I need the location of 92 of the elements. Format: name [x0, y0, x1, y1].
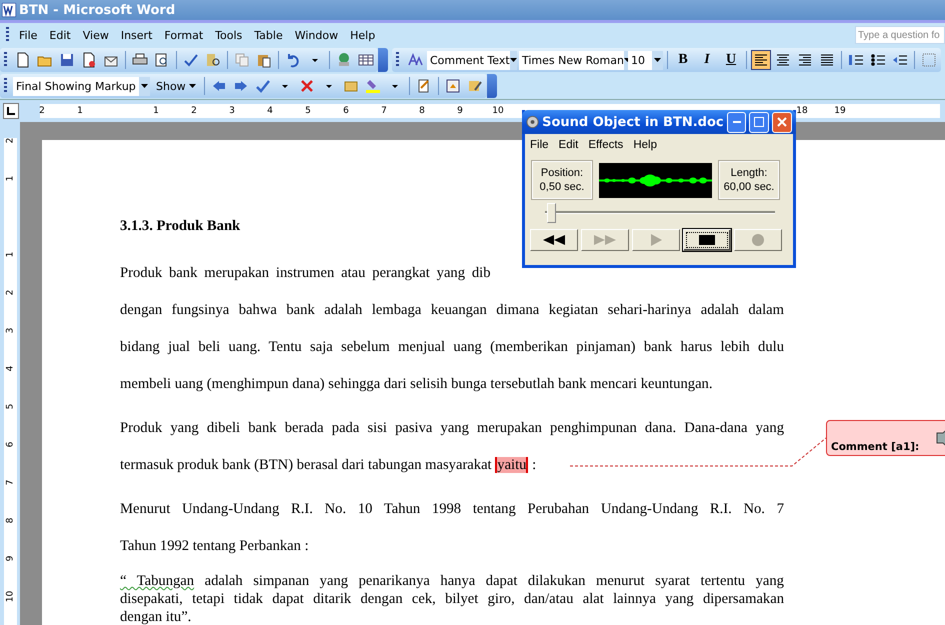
ruler-number: 5: [305, 105, 311, 118]
text-line: Menurut Undang-Undang R.I. No. 10 Tahun 1998 tentang Perubahan Undang-Undang R.I. No. 7: [120, 500, 784, 519]
align-right-icon: [798, 54, 812, 66]
ruler-number: 9: [6, 554, 16, 564]
maximize-button[interactable]: [749, 112, 770, 132]
section-heading: 3.1.3. Produk Bank: [120, 217, 240, 236]
text-line: dengan fungsinya bahwa bank adalah lembaga keuangan dimana kegiatan sehari-harinya adalah dalam: [120, 301, 784, 320]
align-button[interactable]: [751, 50, 771, 70]
tab-selector[interactable]: [3, 103, 19, 119]
question-field[interactable]: Type a question fo: [855, 26, 945, 44]
menu-item[interactable]: Tools: [209, 28, 248, 42]
ruler-number: 1: [6, 250, 16, 260]
ruler-number: 18: [796, 105, 808, 118]
comment-balloon[interactable]: Comment [a1]:: [826, 420, 945, 456]
maximize-icon: [754, 117, 764, 127]
caret-icon: [510, 58, 517, 62]
text-line: Produk yang dibeli bank berada pada sisi pasiva yang merupakan penghimpunan dana. Dana-dana yang: [120, 419, 784, 438]
play-icon: [650, 234, 662, 246]
menu-item[interactable]: Insert: [114, 28, 158, 42]
ruler-number: 6: [343, 105, 349, 118]
caret-icon: [141, 84, 148, 88]
menu-item[interactable]: Help: [633, 139, 657, 151]
speaker-icon: [526, 115, 540, 129]
window-title: BTN - Microsoft Word: [19, 2, 176, 18]
fast-forward-icon: [594, 235, 616, 245]
ruler-number: 1: [77, 105, 83, 118]
close-icon: [777, 117, 788, 127]
dialog-title: Sound Object in BTN.doc: [542, 114, 724, 130]
text-line: membeli uang (menghimpun dana) sehingga dari selisih bunga tersebutlah bank mencari keuntungan.: [120, 375, 714, 394]
ruler-number: 1: [6, 174, 16, 184]
close-button[interactable]: [772, 112, 792, 132]
display-mode-dropdown[interactable]: Final Showing Markup: [13, 76, 150, 96]
format-button[interactable]: I: [696, 50, 718, 70]
menu-item[interactable]: Edit: [43, 28, 77, 42]
menu-item[interactable]: File: [530, 139, 549, 151]
word-app-icon: [2, 3, 16, 17]
ruler-number: 10: [6, 590, 16, 603]
format-button[interactable]: B: [672, 50, 694, 70]
ruler-number: 4: [267, 105, 273, 118]
ruler-number: 19: [834, 105, 846, 118]
record-icon: [752, 234, 764, 246]
toolbar-options-chevron[interactable]: [486, 74, 497, 98]
ruler-number: 2: [39, 105, 45, 118]
caret-icon: [654, 58, 661, 62]
ruler-number: 3: [6, 326, 16, 336]
ruler-number: 7: [381, 105, 387, 118]
text-line: Produk bank merupakan instrumen atau perangkat yang dib: [120, 264, 491, 283]
menu-item[interactable]: Edit: [558, 139, 578, 151]
align-justify-icon: [820, 54, 834, 66]
rewind-icon: [543, 235, 565, 245]
menu-item[interactable]: Table: [248, 28, 289, 42]
ruler-number: 9: [457, 105, 463, 118]
menu-item[interactable]: File: [13, 28, 44, 42]
minimize-icon: [732, 121, 740, 123]
length-readout: Length: 60,00 sec.: [719, 161, 779, 199]
ruler-number: 2: [6, 136, 16, 146]
text-line: “ Tabungan adalah simpanan yang penarikanya hanya dapat dilakukan menurut syarat tertentu yang: [120, 572, 784, 590]
align-left-icon: [754, 54, 768, 66]
caret-icon: [188, 84, 196, 88]
text-line: Tahun 1992 tentang Perbankan :: [120, 537, 310, 556]
ruler-number: 2: [191, 105, 197, 118]
font-dropdown[interactable]: Times New Roman: [519, 50, 626, 70]
ruler-number: 4: [6, 364, 16, 374]
stop-icon: [699, 235, 715, 245]
ruler-number: 5: [6, 402, 16, 412]
ruler-number: 7: [6, 478, 16, 488]
ruler-number: 8: [419, 105, 425, 118]
menu-item[interactable]: View: [76, 28, 115, 42]
font-size-dropdown[interactable]: 10: [628, 50, 663, 70]
ruler-number: 3: [229, 105, 235, 118]
align-center-icon: [776, 54, 790, 66]
minimize-button[interactable]: [726, 112, 746, 132]
menu-item[interactable]: Window: [288, 28, 344, 42]
ruler-number: 2: [6, 288, 16, 298]
ruler-number: 1: [153, 105, 159, 118]
ruler-number: 6: [6, 440, 16, 450]
show-menu-button[interactable]: Show: [152, 80, 200, 92]
ruler-number: 8: [6, 516, 16, 526]
media-button[interactable]: [530, 229, 578, 251]
menu-item[interactable]: Help: [344, 28, 382, 42]
format-button[interactable]: U: [720, 50, 742, 70]
ruler-number: 10: [492, 105, 504, 118]
style-dropdown[interactable]: Comment Text: [427, 50, 517, 70]
slider-thumb[interactable]: [547, 203, 556, 223]
text-line: disepakati, tetapi tidak dapat ditarik dengan cek, bilyet giro, dan/atau alat lainnya yang dipersamakan: [120, 590, 784, 608]
menu-item[interactable]: Effects: [588, 139, 624, 151]
text-line: dengan itu”.: [120, 608, 192, 625]
text-line: bidang jual beli uang. Tentu saja sebelum menjual uang (memberikan pinjaman) bank harus lebih dulu: [120, 338, 784, 357]
left-tab-icon: [7, 107, 15, 115]
menu-item[interactable]: Format: [158, 28, 210, 42]
position-readout: Position: 0,50 sec.: [532, 161, 592, 199]
media-button[interactable]: [683, 229, 731, 251]
